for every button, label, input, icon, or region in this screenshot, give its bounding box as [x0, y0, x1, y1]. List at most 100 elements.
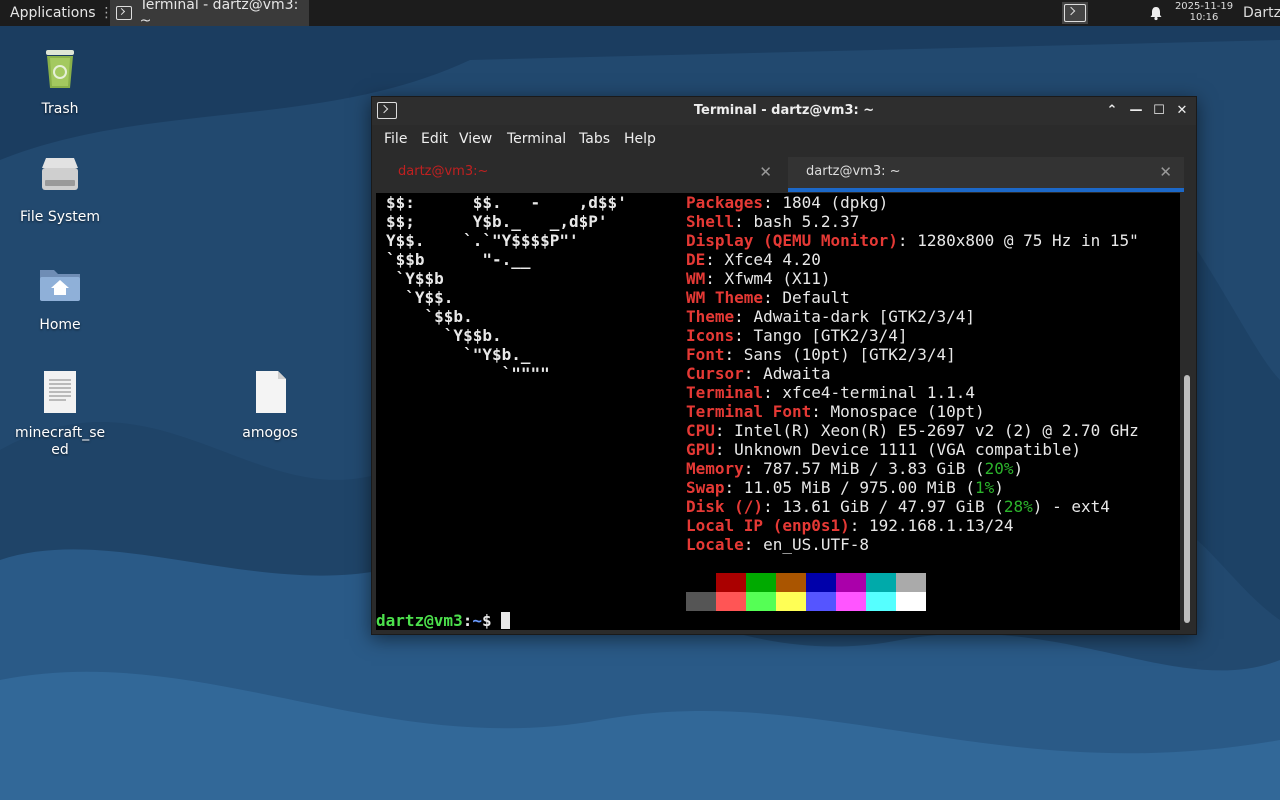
ascii-logo-line: `$$b "-.__ — [386, 250, 531, 269]
desktop-icon-home[interactable]: Home — [10, 260, 110, 334]
info-value: Default — [782, 288, 850, 307]
window-shade-button[interactable]: ⌃ — [1104, 103, 1120, 119]
info-value: Monospace (10pt) — [830, 402, 985, 421]
info-colon: : — [724, 345, 744, 364]
desktop-icon-amogos[interactable]: amogos — [220, 368, 320, 442]
menu-edit[interactable]: Edit — [421, 125, 448, 153]
info-colon: : — [734, 326, 754, 345]
fastfetch-info-line: Shell: bash 5.2.37 — [686, 212, 859, 231]
tab-active[interactable]: dartz@vm3: ~ ✕ — [788, 157, 1184, 192]
clock-time: 10:16 — [1189, 12, 1219, 23]
fastfetch-info-line: Theme: Adwaita-dark [GTK2/3/4] — [686, 307, 975, 326]
terminal-output[interactable]: $$: $$. - ,d$$' $$; Y$b._ _,d$P' Y$$. `.`"… — [376, 193, 1180, 630]
fastfetch-info-line: Cursor: Adwaita — [686, 364, 831, 383]
ascii-logo-line: Y$$. `.`"Y$$$$P"' — [386, 231, 579, 250]
desktop-icon-trash[interactable]: Trash — [10, 44, 110, 118]
menu-view[interactable]: View — [459, 125, 492, 153]
info-value: xfce4-terminal 1.1.4 — [782, 383, 975, 402]
info-colon: : — [714, 421, 735, 440]
ascii-logo-line: `$$b. — [386, 307, 473, 326]
desktop-icon-label: Home — [39, 317, 81, 333]
info-key: Swap — [686, 478, 725, 497]
ascii-logo-line: `Y$$b — [386, 269, 444, 288]
tab-inactive[interactable]: dartz@vm3:~ ✕ — [380, 157, 784, 192]
menu-help[interactable]: Help — [624, 125, 656, 153]
text-file-icon — [44, 371, 76, 413]
info-value: 1280x800 @ 75 Hz in 15" — [917, 231, 1139, 250]
tray-terminal-button[interactable] — [1062, 2, 1088, 24]
ascii-logo-line: `Y$$. — [386, 288, 454, 307]
notification-bell-icon[interactable] — [1148, 5, 1164, 21]
info-value: 13.61 GiB / 47.97 GiB ( — [782, 497, 1004, 516]
info-value: Intel(R) Xeon(R) E5-2697 v2 (2) @ 2.70 G… — [734, 421, 1139, 440]
info-value: Xfce4 4.20 — [724, 250, 821, 269]
menu-tabs[interactable]: Tabs — [579, 125, 610, 153]
palette-swatch — [836, 573, 866, 592]
text-cursor — [501, 612, 511, 629]
info-key: GPU — [686, 440, 715, 459]
terminal-scrollbar[interactable] — [1182, 193, 1192, 630]
desktop-icon-file-system[interactable]: File System — [10, 152, 110, 226]
info-tail: ) — [994, 478, 1004, 497]
info-key: Display (QEMU Monitor) — [686, 231, 898, 250]
panel-clock[interactable]: 2025-11-19 10:16 — [1172, 1, 1236, 23]
info-key: Packages — [686, 193, 764, 212]
info-percent: 20% — [984, 459, 1014, 478]
info-key: DE — [686, 250, 706, 269]
palette-swatch — [806, 592, 836, 611]
fastfetch-info-line: Packages: 1804 (dpkg) — [686, 193, 888, 212]
info-value: Adwaita-dark [GTK2/3/4] — [753, 307, 975, 326]
ascii-logo-line: $$; Y$b._ _,d$P' — [386, 212, 608, 231]
info-colon: : — [714, 440, 735, 459]
active-tab-indicator — [788, 188, 1184, 192]
maximize-button[interactable]: ☐ — [1151, 103, 1167, 119]
taskbar-terminal-button[interactable]: Terminal - dartz@vm3: ~ — [110, 0, 309, 29]
window-title: Terminal - dartz@vm3: ~ — [693, 103, 875, 118]
info-value: Xfwm4 (X11) — [724, 269, 831, 288]
menu-bar: File Edit View Terminal Tabs Help — [372, 125, 1196, 153]
info-key: WM Theme — [686, 288, 764, 307]
fastfetch-info-line: CPU: Intel(R) Xeon(R) E5-2697 v2 (2) @ 2… — [686, 421, 1139, 440]
window-titlebar[interactable]: Terminal - dartz@vm3: ~ ⌃ — ☐ ✕ — [372, 97, 1196, 125]
palette-swatch — [746, 573, 776, 592]
desktop-icon-label: File System — [19, 209, 101, 225]
fastfetch-info-line: WM: Xfwm4 (X11) — [686, 269, 831, 288]
fastfetch-info-line: Disk (/): 13.61 GiB / 47.97 GiB (28%) - … — [686, 497, 1110, 516]
prompt-symbol: $ — [481, 611, 502, 630]
user-menu[interactable]: Dartz — [1243, 0, 1280, 26]
desktop-icon-label: minecraft_se ed — [15, 425, 106, 458]
info-colon: : — [763, 383, 783, 402]
applications-label: Applications — [10, 5, 96, 21]
info-key: Disk (/) — [686, 497, 764, 516]
info-colon: : — [705, 250, 725, 269]
palette-swatch — [866, 592, 896, 611]
tab-label: dartz@vm3:~ — [398, 164, 489, 179]
menu-terminal[interactable]: Terminal — [507, 125, 566, 153]
info-key: Locale — [686, 535, 744, 554]
info-key: Terminal Font — [686, 402, 812, 421]
info-tail: ) — [1013, 459, 1024, 478]
info-value: 1804 (dpkg) — [782, 193, 889, 212]
fastfetch-info-line: Terminal Font: Monospace (10pt) — [686, 402, 985, 421]
scrollbar-thumb[interactable] — [1184, 375, 1190, 623]
shell-prompt: dartz@vm3:~$ — [376, 611, 511, 630]
fastfetch-info-line: Local IP (enp0s1): 192.168.1.13/24 — [686, 516, 1014, 535]
info-colon: : — [897, 231, 918, 250]
tab-label: dartz@vm3: ~ — [806, 164, 901, 179]
close-button[interactable]: ✕ — [1174, 103, 1190, 119]
prompt-path: ~ — [472, 611, 482, 630]
tab-close-icon[interactable]: ✕ — [1159, 157, 1172, 187]
fastfetch-info-line: Display (QEMU Monitor): 1280x800 @ 75 Hz… — [686, 231, 1139, 250]
menu-file[interactable]: File — [384, 125, 407, 153]
palette-swatch — [896, 592, 926, 611]
minimize-button[interactable]: — — [1128, 103, 1144, 119]
terminal-window[interactable]: Terminal - dartz@vm3: ~ ⌃ — ☐ ✕ File Edi… — [371, 96, 1197, 635]
info-tail: ) - ext4 — [1032, 497, 1110, 516]
desktop-icon-label: Trash — [41, 101, 79, 117]
info-colon: : — [763, 288, 783, 307]
tab-close-icon[interactable]: ✕ — [759, 157, 772, 187]
prompt-separator: : — [462, 611, 473, 630]
info-percent: 1% — [974, 478, 995, 497]
desktop-icon-minecraft-seed[interactable]: minecraft_se ed — [10, 368, 110, 459]
applications-menu-button[interactable]: Applications ⋮ — [0, 0, 114, 26]
